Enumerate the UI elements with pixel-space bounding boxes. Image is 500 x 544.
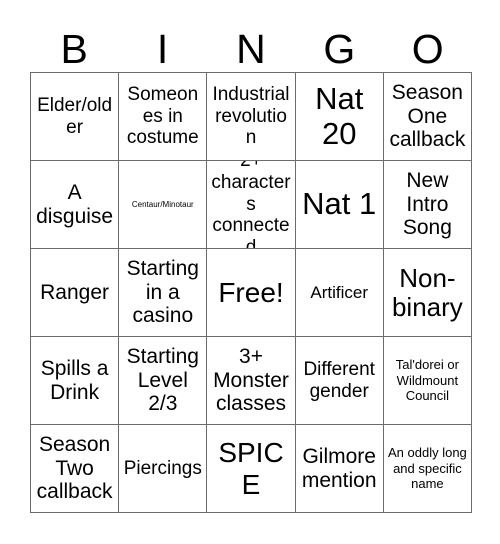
- bingo-square-label: SPICE: [218, 437, 284, 500]
- bingo-square[interactable]: An oddly long and specific name: [383, 425, 472, 513]
- bingo-square[interactable]: Gilmore mention: [295, 425, 384, 513]
- bingo-square[interactable]: Starting in a casino: [119, 249, 208, 337]
- bingo-square-label: Centaur/Minotaur: [131, 199, 194, 209]
- bingo-square-label: Season Two callback: [36, 432, 113, 504]
- bingo-square[interactable]: Centaur/Minotaur: [119, 161, 208, 249]
- bingo-square-label: Season One callback: [389, 80, 466, 152]
- bingo-square[interactable]: SPICE: [207, 425, 296, 513]
- bingo-square-label: A disguise: [36, 180, 114, 228]
- bingo-square-label: Different gender: [303, 358, 375, 402]
- bingo-header-letter-o: O: [411, 26, 444, 72]
- bingo-square-label: Non-binary: [391, 262, 463, 322]
- bingo-square-label: Ranger: [40, 280, 110, 304]
- bingo-square[interactable]: Season One callback: [383, 73, 472, 161]
- bingo-square[interactable]: Starting Level 2/3: [119, 337, 208, 425]
- bingo-header-letter-b: B: [60, 26, 88, 72]
- bingo-square-free[interactable]: Free!: [207, 249, 296, 337]
- bingo-square[interactable]: Season Two callback: [31, 425, 120, 513]
- bingo-square[interactable]: 2+ characters connected: [207, 161, 296, 249]
- bingo-square-label: Nat 1: [302, 186, 377, 222]
- bingo-square[interactable]: A disguise: [31, 161, 120, 249]
- bingo-square[interactable]: Tal'dorei or Wildmount Council: [383, 337, 472, 425]
- bingo-square-label: Tal'dorei or Wildmount Council: [395, 357, 459, 404]
- bingo-header-row: B I N G O: [30, 14, 472, 72]
- bingo-square-label: Elder/older: [37, 94, 113, 138]
- bingo-square[interactable]: Ranger: [31, 249, 120, 337]
- bingo-square-label: Spills a Drink: [40, 356, 109, 404]
- bingo-square-label: Artificer: [310, 282, 368, 302]
- bingo-grid: Elder/older Someones in costume Industri…: [30, 72, 472, 513]
- bingo-square-label: Starting Level 2/3: [126, 344, 199, 416]
- bingo-square[interactable]: Spills a Drink: [31, 337, 120, 425]
- bingo-square-label: Piercings: [123, 457, 202, 479]
- bingo-square-label: Gilmore mention: [301, 444, 377, 492]
- bingo-card: B I N G O Elder/older Someones in costum…: [0, 0, 500, 544]
- bingo-square[interactable]: Different gender: [295, 337, 384, 425]
- bingo-square-label: New Intro Song: [402, 168, 452, 240]
- bingo-header-letter-n: N: [236, 26, 266, 72]
- bingo-square[interactable]: Someones in costume: [119, 73, 208, 161]
- bingo-square-label: Starting in a casino: [126, 256, 199, 328]
- bingo-square[interactable]: Nat 20: [295, 73, 384, 161]
- bingo-square-label: 3+ Monster classes: [213, 344, 289, 416]
- bingo-square-label: Someones in costume: [126, 84, 199, 149]
- bingo-square-label: An oddly long and specific name: [388, 445, 467, 492]
- bingo-square[interactable]: Artificer: [295, 249, 384, 337]
- bingo-square[interactable]: 3+ Monster classes: [207, 337, 296, 425]
- bingo-square[interactable]: New Intro Song: [383, 161, 472, 249]
- bingo-square-label: Industrial revolution: [212, 84, 290, 149]
- bingo-square-label: Free!: [218, 276, 284, 308]
- bingo-square-label: 2+ characters connected: [211, 161, 291, 249]
- bingo-header-letter-i: I: [156, 26, 169, 72]
- bingo-square[interactable]: Piercings: [119, 425, 208, 513]
- bingo-square[interactable]: Nat 1: [295, 161, 384, 249]
- bingo-square[interactable]: Non-binary: [383, 249, 472, 337]
- bingo-square[interactable]: Elder/older: [31, 73, 120, 161]
- bingo-header-letter-g: G: [323, 26, 356, 72]
- bingo-square[interactable]: Industrial revolution: [207, 73, 296, 161]
- bingo-square-label: Nat 20: [315, 81, 364, 151]
